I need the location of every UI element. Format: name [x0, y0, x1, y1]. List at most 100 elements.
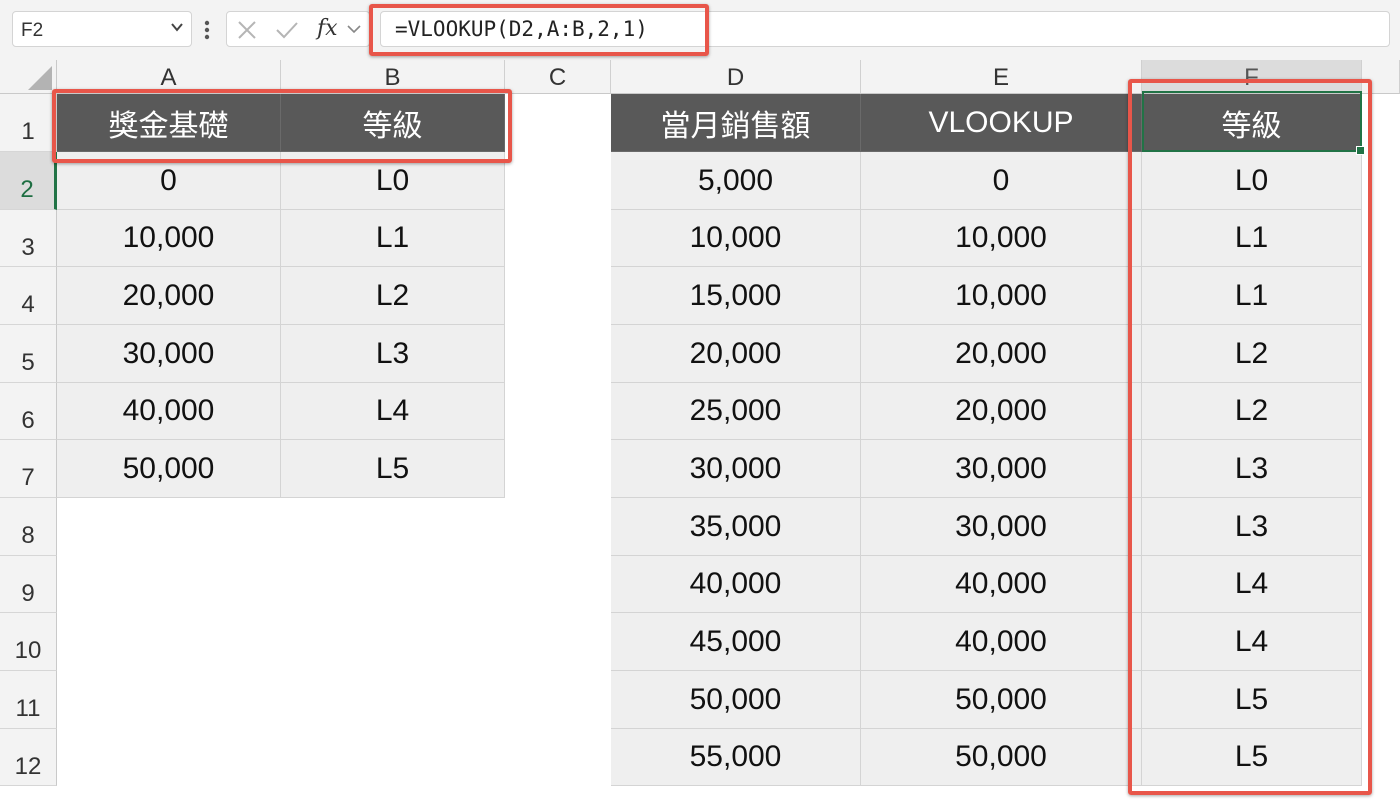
cell-D8[interactable]: 35,000 [611, 498, 861, 556]
chevron-down-icon[interactable] [347, 24, 361, 34]
column-header-d[interactable]: D [611, 60, 861, 94]
column-header-a[interactable]: A [57, 60, 281, 94]
row-header-9[interactable]: 9 [0, 556, 57, 613]
row-header-7[interactable]: 7 [0, 440, 57, 498]
cell-E7[interactable]: 30,000 [861, 440, 1142, 498]
cell-text: 0 [160, 163, 177, 197]
insert-function-icon[interactable]: fx [317, 16, 338, 41]
cell-E2[interactable]: 0 [861, 152, 1142, 210]
cell-F12[interactable]: L5 [1142, 729, 1362, 786]
cell-E6[interactable]: 20,000 [861, 383, 1142, 440]
cell-F6[interactable]: L2 [1142, 383, 1362, 440]
cell-text: L4 [1234, 567, 1269, 600]
cell-D3[interactable]: 10,000 [611, 210, 861, 267]
cell-F2[interactable]: L0 [1142, 152, 1362, 210]
cell-text: 獎金基礎 [108, 109, 229, 143]
cell-text: 40,000 [689, 567, 782, 600]
header-cell-A1[interactable]: 獎金基礎 [57, 94, 281, 152]
cell-A2[interactable]: 0 [57, 152, 281, 210]
cell-F10[interactable]: L4 [1142, 613, 1362, 671]
name-box[interactable]: F2 [12, 11, 192, 47]
cell-D5[interactable]: 20,000 [611, 325, 861, 383]
cell-text: 50,000 [955, 740, 1047, 773]
formula-bar: F2 fx =VLOOKUP(D2,A:B,2,1) [0, 0, 1400, 60]
cell-E12[interactable]: 50,000 [861, 729, 1142, 786]
close-icon[interactable] [237, 20, 257, 40]
header-cell-E1[interactable]: VLOOKUP [861, 94, 1142, 152]
cell-D6[interactable]: 25,000 [611, 383, 861, 440]
cell-F8[interactable]: L3 [1142, 498, 1362, 556]
cell-D12[interactable]: 55,000 [611, 729, 861, 786]
cell-D10[interactable]: 45,000 [611, 613, 861, 671]
cell-E10[interactable]: 40,000 [861, 613, 1142, 671]
row-header-2[interactable]: 2 [0, 152, 57, 210]
cell-B4[interactable]: L2 [281, 267, 505, 325]
cell-text: 50,000 [955, 682, 1047, 716]
cell-B5[interactable]: L3 [281, 325, 505, 383]
cell-text: 20,000 [955, 336, 1047, 370]
chevron-down-icon[interactable] [171, 21, 183, 33]
select-all-corner[interactable] [0, 60, 57, 94]
cell-E3[interactable]: 10,000 [861, 210, 1142, 267]
cell-text: 40,000 [955, 624, 1047, 658]
cell-text: 10,000 [955, 221, 1047, 254]
column-header-f[interactable]: F [1142, 60, 1362, 94]
row-header-8[interactable]: 8 [0, 498, 57, 556]
check-icon[interactable] [275, 20, 299, 40]
cell-text: 45,000 [689, 624, 782, 658]
row-header-5[interactable]: 5 [0, 325, 57, 383]
cell-F3[interactable]: L1 [1142, 210, 1362, 267]
row-header-10[interactable]: 10 [0, 613, 57, 671]
cell-E8[interactable]: 30,000 [861, 498, 1142, 556]
header-cell-D1[interactable]: 當月銷售額 [611, 94, 861, 152]
cell-F7[interactable]: L3 [1142, 440, 1362, 498]
cell-B2[interactable]: L0 [281, 152, 505, 210]
cell-text: 20,000 [122, 278, 215, 312]
cell-text: L2 [375, 278, 410, 312]
cell-A7[interactable]: 50,000 [57, 440, 281, 498]
row-header-4[interactable]: 4 [0, 267, 57, 325]
cell-text: L5 [375, 451, 410, 485]
cell-B3[interactable]: L1 [281, 210, 505, 267]
cell-A5[interactable]: 30,000 [57, 325, 281, 383]
cell-D11[interactable]: 50,000 [611, 671, 861, 729]
cell-A3[interactable]: 10,000 [57, 210, 281, 267]
fill-handle[interactable] [1356, 146, 1365, 155]
header-cell-B1[interactable]: 等級 [281, 94, 505, 152]
cell-text: 30,000 [955, 451, 1047, 485]
cell-F9[interactable]: L4 [1142, 556, 1362, 613]
formula-input[interactable]: =VLOOKUP(D2,A:B,2,1) [380, 11, 1390, 47]
cell-F11[interactable]: L5 [1142, 671, 1362, 729]
column-header-b[interactable]: B [281, 60, 505, 94]
select-all-triangle-icon [28, 66, 52, 90]
cell-text: L1 [1234, 278, 1269, 312]
cell-A4[interactable]: 20,000 [57, 267, 281, 325]
row-header-12[interactable]: 12 [0, 729, 57, 786]
cell-D4[interactable]: 15,000 [611, 267, 861, 325]
cell-E5[interactable]: 20,000 [861, 325, 1142, 383]
cell-B6[interactable]: L4 [281, 383, 505, 440]
cell-text: L1 [375, 221, 410, 254]
cell-D9[interactable]: 40,000 [611, 556, 861, 613]
cell-text: 55,000 [689, 740, 782, 773]
cell-E11[interactable]: 50,000 [861, 671, 1142, 729]
cell-text: 20,000 [689, 336, 782, 370]
cell-E4[interactable]: 10,000 [861, 267, 1142, 325]
cell-D2[interactable]: 5,000 [611, 152, 861, 210]
row-header-1[interactable]: 1 [0, 94, 57, 152]
cell-F5[interactable]: L2 [1142, 325, 1362, 383]
cell-B7[interactable]: L5 [281, 440, 505, 498]
column-header-e[interactable]: E [861, 60, 1142, 94]
cell-text: 40,000 [122, 394, 215, 427]
cell-E9[interactable]: 40,000 [861, 556, 1142, 613]
cell-D7[interactable]: 30,000 [611, 440, 861, 498]
cell-A6[interactable]: 40,000 [57, 383, 281, 440]
row-header-6[interactable]: 6 [0, 383, 57, 440]
row-header-11[interactable]: 11 [0, 671, 57, 729]
row-header-3[interactable]: 3 [0, 210, 57, 267]
cell-F4[interactable]: L1 [1142, 267, 1362, 325]
cell-text: L5 [1234, 740, 1269, 773]
more-options-icon[interactable] [202, 15, 212, 43]
cell-text: 50,000 [122, 451, 215, 485]
column-header-c[interactable]: C [505, 60, 611, 94]
